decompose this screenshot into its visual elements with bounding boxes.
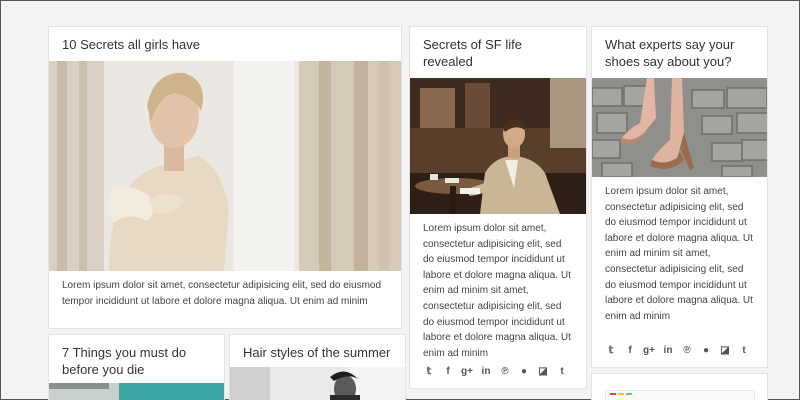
article-photo-sea[interactable] xyxy=(49,383,224,400)
article-card-things-before-die[interactable]: 7 Things you must do before you die xyxy=(48,334,225,400)
article-excerpt: Lorem ipsum dolor sit amet, consectetur … xyxy=(423,223,571,359)
article-photo-woman[interactable] xyxy=(49,61,401,271)
article-card-shoes[interactable]: What experts say your shoes say about yo… xyxy=(591,26,768,368)
article-title[interactable]: What experts say your shoes say about yo… xyxy=(592,27,767,78)
article-excerpt: Lorem ipsum dolor sit amet, consectetur … xyxy=(62,280,382,307)
delicious-icon[interactable]: ◪ xyxy=(719,345,731,356)
article-photo-man-cafe[interactable] xyxy=(410,78,586,214)
google-plus-icon[interactable]: g+ xyxy=(461,366,473,377)
article-title[interactable]: 7 Things you must do before you die xyxy=(49,335,224,386)
article-title[interactable]: 10 Secrets all girls have xyxy=(49,27,401,61)
reddit-icon[interactable]: ● xyxy=(518,366,530,377)
article-title[interactable]: Hair styles of the summer xyxy=(230,335,405,369)
article-card-hair-styles[interactable]: Hair styles of the summer xyxy=(229,334,406,400)
reddit-icon[interactable]: ● xyxy=(700,345,712,356)
share-bar: 𝕥 f g+ in ℗ ● ◪ t xyxy=(592,345,763,356)
article-card-sf-life[interactable]: Secrets of SF life revealed Lorem ipsum … xyxy=(409,26,587,389)
article-excerpt: Lorem ipsum dolor sit amet, consectetur … xyxy=(605,186,753,322)
linkedin-icon[interactable]: in xyxy=(480,366,492,377)
article-title[interactable]: Secrets of SF life revealed xyxy=(410,27,586,78)
tumblr-icon[interactable]: t xyxy=(738,345,750,356)
tumblr-icon[interactable]: t xyxy=(556,366,568,377)
pinterest-icon[interactable]: ℗ xyxy=(499,366,511,377)
google-plus-icon[interactable]: g+ xyxy=(643,345,655,356)
share-bar: 𝕥 f g+ in ℗ ● ◪ t xyxy=(410,366,581,377)
article-photo-partial xyxy=(605,390,755,400)
twitter-icon[interactable]: 𝕥 xyxy=(423,366,435,377)
facebook-icon[interactable]: f xyxy=(442,366,454,377)
facebook-icon[interactable]: f xyxy=(624,345,636,356)
pinterest-icon[interactable]: ℗ xyxy=(681,345,693,356)
article-photo-man-hair[interactable] xyxy=(230,367,405,400)
twitter-icon[interactable]: 𝕥 xyxy=(605,345,617,356)
delicious-icon[interactable]: ◪ xyxy=(537,366,549,377)
article-card-partial[interactable] xyxy=(591,373,768,400)
article-photo-shoes[interactable] xyxy=(592,78,767,177)
article-card-secrets-girls[interactable]: 10 Secrets all girls have Lorem ipsum do… xyxy=(48,26,402,329)
linkedin-icon[interactable]: in xyxy=(662,345,674,356)
